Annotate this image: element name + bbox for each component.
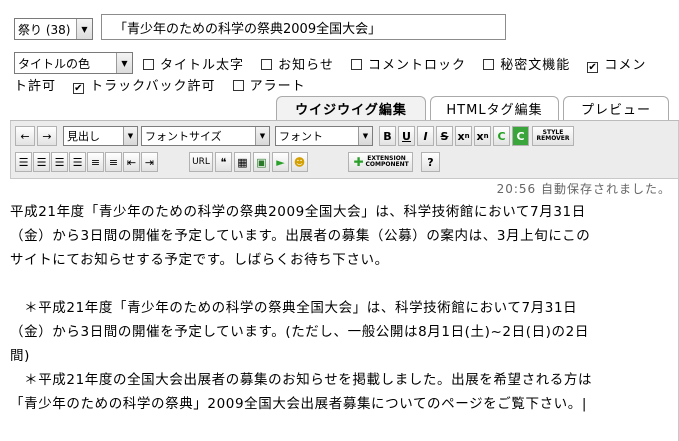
editor-content-area[interactable]: 平成21年度「青少年のための科学の祭典2009全国大会」は、科学技術館において7… [10, 200, 670, 416]
emoticon-button[interactable]: ☻ [291, 152, 308, 172]
option-title-bold[interactable]: タイトル太字 [143, 58, 244, 73]
post-options-line2: ト許可 ✔ トラックバック許可 アラート [14, 75, 306, 94]
tab-preview[interactable]: プレビュー [563, 96, 669, 120]
chevron-down-icon: ▼ [123, 127, 137, 145]
editor-line [10, 272, 670, 296]
table-icon: ▦ [237, 155, 248, 169]
checkbox[interactable] [232, 80, 244, 91]
option-notice[interactable]: お知らせ [261, 58, 334, 73]
editor-line: サイトにてお知らせする予定です。しばらくお待ち下さい。 [10, 252, 389, 268]
undo-button[interactable]: ← [15, 126, 35, 146]
chevron-down-icon: ▼ [255, 127, 269, 145]
option-alert[interactable]: アラート [232, 79, 306, 94]
align-left-icon: ☰ [18, 155, 29, 169]
checkbox-checked[interactable]: ✔ [73, 83, 85, 94]
checkbox-checked[interactable]: ✔ [587, 62, 599, 73]
indent-icon: ⇥ [144, 155, 155, 169]
table-button[interactable]: ▦ [234, 152, 251, 172]
option-comment-allow-rest: ト許可 [14, 79, 57, 94]
play-icon: ► [276, 155, 285, 169]
image-icon: ▣ [256, 155, 267, 169]
chevron-down-icon: ▼ [116, 53, 132, 73]
font-select[interactable]: フォント ▼ [275, 126, 373, 146]
post-options: タイトル太字 お知らせ コメントロック 秘密文機能 ✔ コメン [143, 54, 646, 73]
justify-button[interactable]: ☰ [69, 152, 86, 172]
bullet-list-icon: ≡ [90, 155, 101, 169]
title-color-select[interactable]: タイトルの色 ▼ [14, 52, 133, 74]
editor-toolbar: ← → 見出し ▼ フォントサイズ ▼ フォント ▼ B U I S xn xn C … [10, 121, 679, 179]
checkbox[interactable] [351, 59, 363, 70]
heading-select[interactable]: 見出し ▼ [63, 126, 138, 146]
media-button[interactable]: ► [272, 152, 289, 172]
editor-line: ＊平成21年度の全国大会出展者の募集のお知らせを掲載しました。出展を希望される方… [10, 372, 593, 388]
option-comment-allow[interactable]: ✔ コメン [587, 58, 646, 73]
unordered-list-button[interactable]: ≡ [87, 152, 104, 172]
bold-button[interactable]: B [379, 126, 396, 146]
title-input[interactable]: 「青少年のための科学の祭典2009全国大会」 [101, 14, 506, 40]
italic-button[interactable]: I [417, 126, 434, 146]
subscript-button[interactable]: xn [474, 126, 491, 146]
category-select[interactable]: 祭り (38) ▼ [14, 18, 93, 40]
title-input-value: 「青少年のための科学の祭典2009全国大会」 [114, 21, 382, 37]
align-right-icon: ☰ [54, 155, 65, 169]
underline-button[interactable]: U [398, 126, 415, 146]
image-button[interactable]: ▣ [253, 152, 270, 172]
align-center-icon: ☰ [36, 155, 47, 169]
tab-wysiwyg[interactable]: ウイジウイグ編集 [276, 96, 426, 120]
justify-icon: ☰ [72, 155, 83, 169]
editor-line: （金）から3日間の開催を予定しています。出展者の募集（公募）の案内は、3月上旬に… [10, 228, 591, 244]
option-comment-lock[interactable]: コメントロック [351, 58, 466, 73]
checkbox[interactable] [143, 59, 154, 70]
checkbox[interactable] [483, 59, 495, 70]
category-select-value: 祭り (38) [18, 22, 71, 37]
align-right-button[interactable]: ☰ [51, 152, 68, 172]
option-trackback[interactable]: ✔ トラックバック許可 [73, 79, 215, 94]
style-remover-button[interactable]: STYLE REMOVER [532, 126, 574, 146]
text-color-button[interactable]: C [493, 126, 510, 146]
fontsize-select[interactable]: フォントサイズ ▼ [141, 126, 270, 146]
plus-icon: ✚ [353, 155, 364, 169]
align-center-button[interactable]: ☰ [33, 152, 50, 172]
tab-html[interactable]: HTMLタグ編集 [430, 96, 559, 120]
outdent-button[interactable]: ⇤ [123, 152, 140, 172]
numbered-list-icon: ≡ [108, 155, 119, 169]
extension-component-button[interactable]: ✚ EXTENSION COMPONENT [348, 152, 413, 172]
editor-line: （金）から3日間の開催を予定しています。(ただし、一般公開は8月1日(土)~2日… [10, 324, 589, 340]
align-left-button[interactable]: ☰ [15, 152, 32, 172]
chevron-down-icon: ▼ [358, 127, 372, 145]
outdent-icon: ⇤ [126, 155, 137, 169]
ordered-list-button[interactable]: ≡ [105, 152, 122, 172]
option-secret[interactable]: 秘密文機能 [483, 58, 570, 73]
editor-line: ＊平成21年度「青少年のための科学の祭典全国大会」は、科学技術館において7月31… [10, 300, 578, 316]
bg-color-button[interactable]: C [512, 126, 529, 146]
indent-button[interactable]: ⇥ [141, 152, 158, 172]
redo-button[interactable]: → [37, 126, 57, 146]
url-button[interactable]: URL [189, 152, 213, 172]
editor-line: 「青少年のための科学の祭典」2009全国大会出展者募集についてのページをご覧下さ… [10, 396, 588, 412]
quote-button[interactable]: ❝ [215, 152, 232, 172]
autosave-status: 20:56 自動保存されました。 [496, 182, 671, 196]
editor-line: 間) [10, 348, 30, 364]
smiley-icon: ☻ [293, 155, 306, 169]
editor-line: 平成21年度「青少年のための科学の祭典2009全国大会」は、科学技術館において7… [10, 204, 586, 220]
checkbox[interactable] [261, 59, 273, 70]
help-button[interactable]: ? [421, 152, 440, 172]
superscript-button[interactable]: xn [455, 126, 472, 146]
chevron-down-icon: ▼ [76, 19, 92, 39]
strike-button[interactable]: S [436, 126, 453, 146]
title-color-select-value: タイトルの色 [18, 56, 91, 71]
